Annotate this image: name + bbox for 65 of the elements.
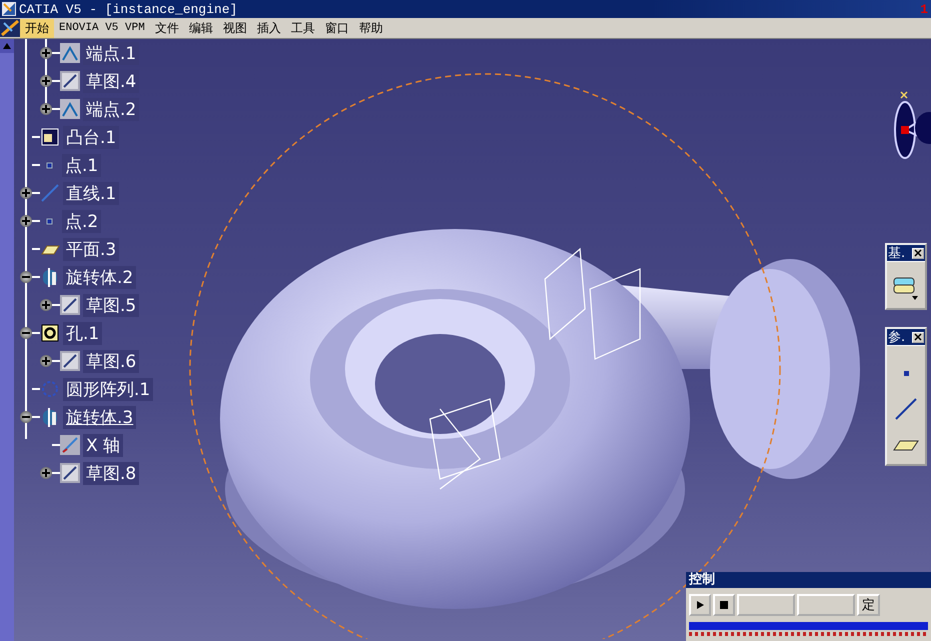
tree-node-label[interactable]: 端点.1 (83, 42, 140, 64)
expand-toggle[interactable] (40, 47, 52, 59)
expand-toggle[interactable] (40, 75, 52, 87)
plus-icon (42, 105, 50, 113)
tree-node-label[interactable]: 草图.8 (83, 462, 140, 484)
close-button[interactable] (912, 332, 924, 342)
panel-title: 控制 (686, 572, 931, 588)
collapse-toggle[interactable] (20, 271, 32, 283)
tree-node-label[interactable]: 平面.3 (63, 238, 120, 260)
expand-toggle[interactable] (20, 187, 32, 199)
app-logo-icon (2, 2, 16, 16)
tree-node-label[interactable]: 直线.1 (63, 182, 120, 204)
tree-node-label[interactable]: 草图.4 (83, 70, 140, 92)
minus-icon (22, 329, 30, 337)
collapse-toggle[interactable] (20, 411, 32, 423)
stop-icon (719, 600, 729, 610)
tree-node-label[interactable]: X 轴 (83, 434, 124, 456)
menu-item[interactable]: 工具 (286, 18, 320, 38)
close-icon (914, 333, 922, 341)
plus-icon (22, 189, 30, 197)
menu-item[interactable]: 开始 (20, 18, 54, 38)
expand-toggle[interactable] (40, 467, 52, 479)
scroll-up-icon (0, 39, 14, 53)
expand-toggle[interactable] (40, 355, 52, 367)
plus-icon (22, 217, 30, 225)
plus-icon (42, 77, 50, 85)
expand-toggle[interactable] (40, 103, 52, 115)
tree-node-label[interactable]: 凸台.1 (63, 126, 120, 148)
menu-item[interactable]: 插入 (252, 18, 286, 38)
tree-node-label[interactable]: 草图.6 (83, 350, 140, 372)
plus-icon (42, 49, 50, 57)
menu-item[interactable]: 文件 (150, 18, 184, 38)
tree-node-label[interactable]: 旋转体.3 (63, 406, 136, 428)
tree-node-label[interactable]: 点.1 (62, 154, 102, 176)
palette-title: 参. (888, 329, 906, 346)
play-icon (695, 600, 705, 610)
expand-toggle[interactable] (40, 299, 52, 311)
plus-icon (42, 469, 50, 477)
menu-item[interactable]: 视图 (218, 18, 252, 38)
tree-node-label[interactable]: 孔.1 (63, 322, 102, 344)
panel-button[interactable]: 定 (857, 594, 880, 616)
play-button[interactable] (689, 594, 711, 616)
plus-icon (42, 301, 50, 309)
close-button[interactable] (912, 248, 924, 258)
palette-title: 基. (888, 245, 906, 262)
tree-node-label[interactable]: 端点.2 (83, 98, 140, 120)
collapse-toggle[interactable] (20, 327, 32, 339)
menu-item[interactable]: 编辑 (184, 18, 218, 38)
minus-icon (22, 273, 30, 281)
menu-item[interactable]: ENOVIA V5 VPM (54, 21, 150, 35)
app-menu-icon (0, 19, 20, 37)
stop-button[interactable] (713, 594, 735, 616)
tree-node-label[interactable]: 草图.5 (83, 294, 140, 316)
tree-node-label[interactable]: 圆形阵列.1 (63, 378, 154, 400)
close-icon (914, 249, 922, 257)
window-number: 1 (920, 2, 929, 16)
tree-node-label[interactable]: 旋转体.2 (63, 266, 136, 288)
tree-node-label[interactable]: 点.2 (62, 210, 102, 232)
plus-icon (42, 357, 50, 365)
expand-toggle[interactable] (20, 215, 32, 227)
menu-item[interactable]: 帮助 (354, 18, 388, 38)
scrollbar[interactable] (0, 39, 14, 641)
minus-icon (22, 413, 30, 421)
window-title: CATIA V5 - [instance_engine] (19, 2, 238, 16)
menu-item[interactable]: 窗口 (320, 18, 354, 38)
